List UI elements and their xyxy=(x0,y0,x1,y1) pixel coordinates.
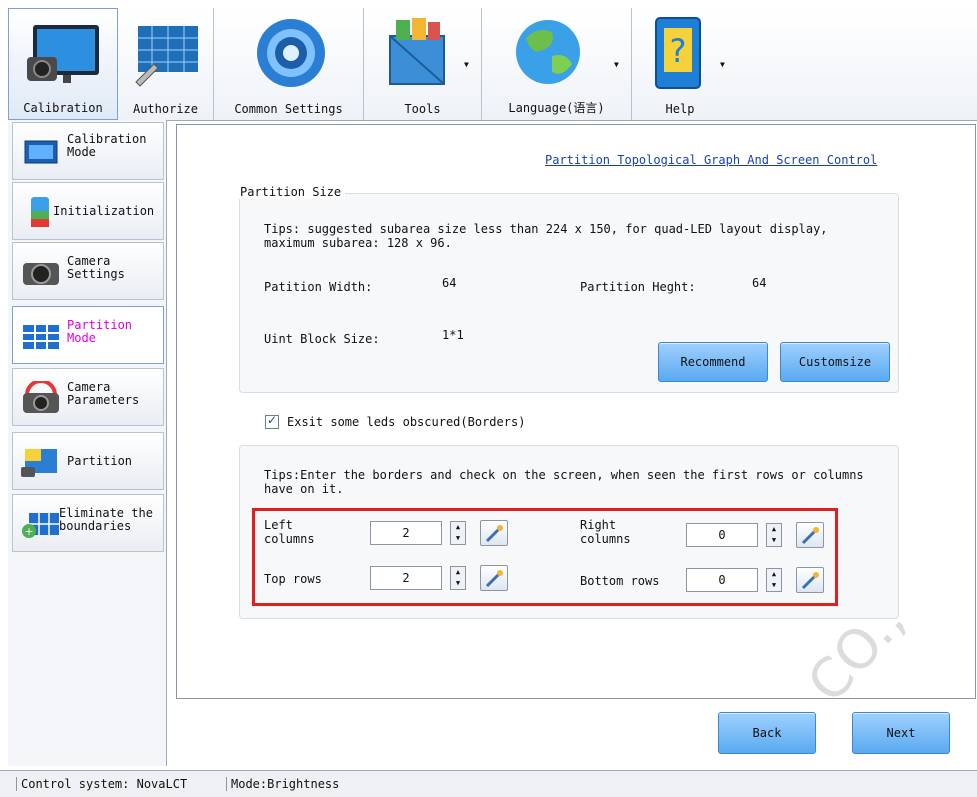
gear-icon xyxy=(257,19,325,87)
sidebar-item-partition[interactable]: Partition xyxy=(12,432,164,490)
right-columns-spinner[interactable]: ▲ ▼ xyxy=(766,523,782,547)
toolbar-common-settings-label: Common Settings xyxy=(234,102,343,116)
recommend-button[interactable]: Recommend xyxy=(658,342,768,382)
bottom-rows-input[interactable]: 0 xyxy=(686,568,758,592)
obscured-borders-label: Exsit some leds obscured(Borders) xyxy=(287,415,526,429)
status-control-system: Control system: NovaLCT xyxy=(16,777,187,791)
partition-height-value: 64 xyxy=(752,276,767,290)
top-rows-input[interactable]: 2 xyxy=(370,566,442,590)
globe-icon xyxy=(516,20,580,84)
sidebar-item-label: Camera Settings xyxy=(67,254,125,281)
partition-topology-link[interactable]: Partition Topological Graph And Screen C… xyxy=(545,153,877,167)
sidebar: Calibration Mode Initialization Camera S… xyxy=(8,120,167,766)
toolbar-tools-label: Tools xyxy=(404,102,441,116)
toolbar-calibration-label: Calibration xyxy=(23,101,103,115)
top-toolbar: Calibration Authorize Common Settings ▼ … xyxy=(8,8,977,121)
partition-size-tips: Tips: suggested subarea size less than 2… xyxy=(264,222,828,250)
partition-height-label: Partition Heght: xyxy=(580,280,696,294)
right-columns-label: Right columns xyxy=(580,518,631,546)
left-columns-input[interactable]: 2 xyxy=(370,521,442,545)
bottom-rows-pick-button[interactable] xyxy=(796,567,824,593)
camera-icon xyxy=(23,263,59,285)
toolbar-language-label: Language(语言) xyxy=(508,101,605,115)
eliminate-boundaries-icon: + xyxy=(22,513,59,538)
partition-width-value: 64 xyxy=(442,276,457,290)
pick-wand-icon xyxy=(801,572,819,590)
toolbar-help-label: Help xyxy=(665,102,695,116)
toolbar-authorize[interactable]: Authorize xyxy=(118,8,214,120)
pick-wand-icon xyxy=(801,527,819,545)
obscured-borders-checkbox[interactable]: ✓ xyxy=(265,413,279,429)
status-mode: Mode:Brightness xyxy=(226,777,339,791)
tools-dropdown-arrow-icon[interactable]: ▼ xyxy=(464,60,469,69)
monitor-camera-icon xyxy=(27,25,99,83)
camera-parameters-icon xyxy=(23,381,59,413)
right-columns-input[interactable]: 0 xyxy=(686,523,758,547)
top-rows-spinner[interactable]: ▲ ▼ xyxy=(450,566,466,590)
sidebar-item-label: Initialization xyxy=(53,204,155,218)
toolbar-calibration[interactable]: Calibration xyxy=(8,8,118,120)
bottom-rows-spinner[interactable]: ▲ ▼ xyxy=(766,568,782,592)
borders-tips: Tips:Enter the borders and check on the … xyxy=(264,468,864,496)
sidebar-item-label: Camera Parameters xyxy=(67,380,140,407)
help-dropdown-arrow-icon[interactable]: ▼ xyxy=(720,60,725,69)
sidebar-item-calibration-mode[interactable]: Calibration Mode xyxy=(12,122,164,180)
left-columns-pick-button[interactable] xyxy=(480,520,508,546)
bottom-rows-label: Bottom rows xyxy=(580,574,660,588)
top-rows-label: Top rows xyxy=(264,572,322,586)
sidebar-item-label: Partition xyxy=(67,454,133,468)
left-columns-label: Left columns xyxy=(264,518,315,546)
sidebar-item-label: Calibration Mode xyxy=(67,132,147,159)
sidebar-item-initialization[interactable]: Initialization xyxy=(12,182,164,240)
sidebar-item-label: Partition Mode xyxy=(67,318,133,345)
svg-text:+: + xyxy=(24,525,33,538)
sidebar-item-label: Eliminate the boundaries xyxy=(59,506,153,533)
sidebar-item-camera-parameters[interactable]: Camera Parameters xyxy=(12,368,164,426)
help-book-icon: ? xyxy=(655,17,701,89)
pick-wand-icon xyxy=(485,525,503,543)
sidebar-item-eliminate-boundaries[interactable]: + Eliminate the boundaries xyxy=(12,494,164,552)
toolbar-tools[interactable]: ▼ Tools xyxy=(364,8,482,120)
status-bar: Control system: NovaLCT Mode:Brightness xyxy=(0,770,977,797)
customize-button[interactable]: Customsize xyxy=(780,342,890,382)
partition-size-title: Partition Size xyxy=(236,185,346,199)
svg-text:?: ? xyxy=(670,32,687,70)
grid-partition-icon xyxy=(23,325,59,349)
calibration-mode-icon xyxy=(24,140,58,164)
toolbox-icon xyxy=(389,18,445,85)
borders-group: Tips:Enter the borders and check on the … xyxy=(239,445,899,619)
sidebar-item-partition-mode[interactable]: Partition Mode xyxy=(12,306,164,364)
top-rows-pick-button[interactable] xyxy=(480,565,508,591)
right-columns-pick-button[interactable] xyxy=(796,522,824,548)
partition-width-label: Patition Width: xyxy=(264,280,373,294)
partition-size-group: Partition Size Tips: suggested subarea s… xyxy=(236,185,899,393)
language-dropdown-arrow-icon[interactable]: ▼ xyxy=(614,60,619,69)
toolbar-language[interactable]: ▼ Language(语言) xyxy=(482,8,632,120)
pick-wand-icon xyxy=(485,570,503,588)
screen-wrench-icon xyxy=(135,26,198,87)
checkmark-icon: ✓ xyxy=(267,413,278,427)
unit-block-size-label: Uint Block Size: xyxy=(264,332,380,346)
partition-icon xyxy=(21,449,57,477)
toolbar-authorize-label: Authorize xyxy=(132,102,199,116)
sidebar-item-camera-settings[interactable]: Camera Settings xyxy=(12,242,164,300)
next-button[interactable]: Next xyxy=(852,712,950,754)
back-button[interactable]: Back xyxy=(718,712,816,754)
toolbar-help[interactable]: ? ▼ Help xyxy=(632,8,728,120)
left-columns-spinner[interactable]: ▲ ▼ xyxy=(450,521,466,545)
unit-block-size-value: 1*1 xyxy=(442,328,464,342)
toolbar-common-settings[interactable]: Common Settings xyxy=(214,8,364,120)
